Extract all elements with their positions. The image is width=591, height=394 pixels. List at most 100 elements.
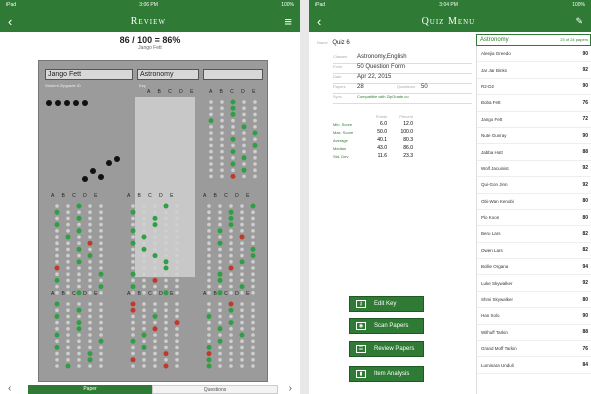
paper-row[interactable]: Plo Koon 80 [477,210,591,227]
answer-bubble [209,106,213,110]
answer-bubble [130,209,136,215]
quiz-name-row[interactable]: Name Quiz 6 [317,40,472,46]
answer-bubble [77,278,81,283]
answer-bubble [251,291,255,295]
answer-bubble [228,209,234,215]
answer-bubble [220,131,224,135]
back-button[interactable]: ‹ [317,15,321,28]
answer-bubble [55,284,59,289]
answer-bubble [164,235,168,239]
answer-bubble [218,253,222,258]
answer-bubble [55,308,59,312]
paper-row[interactable]: Luminara Unduli 84 [477,357,591,374]
answer-bubble [164,333,168,337]
answer-bubble [54,265,60,271]
answer-bubble [131,253,135,258]
answer-bubble [142,284,146,289]
paper-row[interactable]: Aleejia Greedo 90 [477,46,591,63]
answer-bubble [229,351,233,356]
stats-points: 43.0 [377,145,387,151]
field-classes[interactable]: Classes Astronomy,English [333,54,472,64]
paper-row[interactable]: Obi-Wan Kenobi 80 [477,194,591,210]
paper-row[interactable]: Shmi Skywalker 80 [477,292,591,309]
field-sync[interactable]: Sync Compatible with ZipGrade.co [333,94,472,104]
answer-bubble [229,204,233,208]
answer-bubble [207,302,211,306]
answer-bubble [66,241,70,245]
answer-bubble [229,339,233,344]
scan-papers-button[interactable]: ◉ Scan Papers [349,318,424,334]
paper-row[interactable]: Jar Jar Binks 92 [477,62,591,79]
paper-row[interactable]: Jango Fett 72 [477,112,591,128]
answer-bubble [240,320,244,325]
answer-bubble [229,247,233,252]
stats-table: Points Percent Min. Score 6.0 12.0 Max. Sc… [333,112,472,160]
answer-bubble [130,307,136,313]
answer-bubble [66,272,70,276]
paper-row[interactable]: Owen Lars 82 [477,243,591,260]
stats-label: Min. Score [333,121,353,127]
paper-row[interactable]: Wolf Jacuinist 92 [477,161,591,178]
tab-paper[interactable]: Paper [28,385,152,394]
back-button[interactable]: ‹ [8,15,12,28]
paper-student-name: Han Solo [481,313,500,319]
answer-bubble [77,314,81,319]
answer-bubble [141,234,147,240]
paper-row[interactable]: Jabba Hutt 88 [477,144,591,161]
edit-key-button[interactable]: ⚷ Edit Key [349,296,424,312]
next-paper-icon[interactable]: › [289,383,292,394]
answer-bubble [220,149,224,154]
paper-row[interactable]: Grand Moff Tarkin 76 [477,341,591,358]
answer-bubble [66,333,70,337]
paper-row[interactable]: R2-D2 90 [477,79,591,96]
answer-bubble [207,247,211,252]
answer-sheet-image[interactable]: Jango Fett Astronomy Student Zipgrade ID… [38,60,268,382]
status-carrier: iPad [6,2,17,8]
answer-bubble [88,278,92,283]
class-filter-field[interactable]: Astronomy 23 of 24 papers [476,34,591,46]
papers-list[interactable]: Aleejia Greedo 90 Jar Jar Binks 92 R2-D2 90 Bo… [476,46,591,394]
answer-bubble [88,327,92,331]
answer-bubble [229,284,233,289]
answer-bubble [207,229,211,233]
paper-row[interactable]: Beru Lars 82 [477,226,591,243]
paper-row[interactable]: Han Solo 90 [477,308,591,325]
answer-bubble [142,351,146,356]
answer-bubble [66,339,70,344]
paper-row[interactable]: Nute Gunray 90 [477,128,591,145]
paper-row[interactable]: Bollie Organa 94 [477,259,591,276]
paper-row[interactable]: Wilhuff Tarkin 88 [477,325,591,342]
field-date[interactable]: Date Apr 22, 2015 [333,74,472,84]
answer-bubble [99,278,103,283]
paper-row[interactable]: Qui-Gon Jinn 92 [477,177,591,194]
answer-bubble [175,284,179,289]
answer-bubble [99,358,103,362]
answer-bubble [152,326,158,332]
paper-row[interactable]: Boba Fett 76 [477,95,591,112]
edit-icon[interactable]: ✎ [575,16,583,26]
field-form[interactable]: Form 50 Question Form [333,64,472,74]
stats-label: Max. Score [333,129,354,135]
menu-icon[interactable]: ≡ [284,15,292,28]
stats-header: Points Percent [333,112,472,120]
answer-bubble [207,216,211,221]
paper-score: 90 [582,312,588,319]
answer-bubble [131,351,135,356]
answer-bubble [217,240,223,246]
answer-bubble [131,247,135,252]
item-analysis-button[interactable]: ▮ Item Analysis [349,366,424,382]
field-value: 50 Question Form [357,64,406,70]
answer-bubble [153,266,157,270]
answer-bubble [77,235,81,239]
answer-bubble [66,314,70,319]
paper-student-name: Aleejia Greedo [481,51,511,57]
field-label: Sync [333,94,342,99]
paper-row[interactable]: Luke Skywalker 92 [477,275,591,292]
answer-bubble [207,272,211,276]
stats-label: Average [333,137,348,143]
prev-paper-icon[interactable]: ‹ [8,383,11,394]
answer-bubble [88,235,92,239]
review-papers-button[interactable]: ☰ Review Papers [349,341,424,357]
tab-questions[interactable]: Questions [152,385,278,394]
item-analysis-label: Item Analysis [374,371,410,377]
